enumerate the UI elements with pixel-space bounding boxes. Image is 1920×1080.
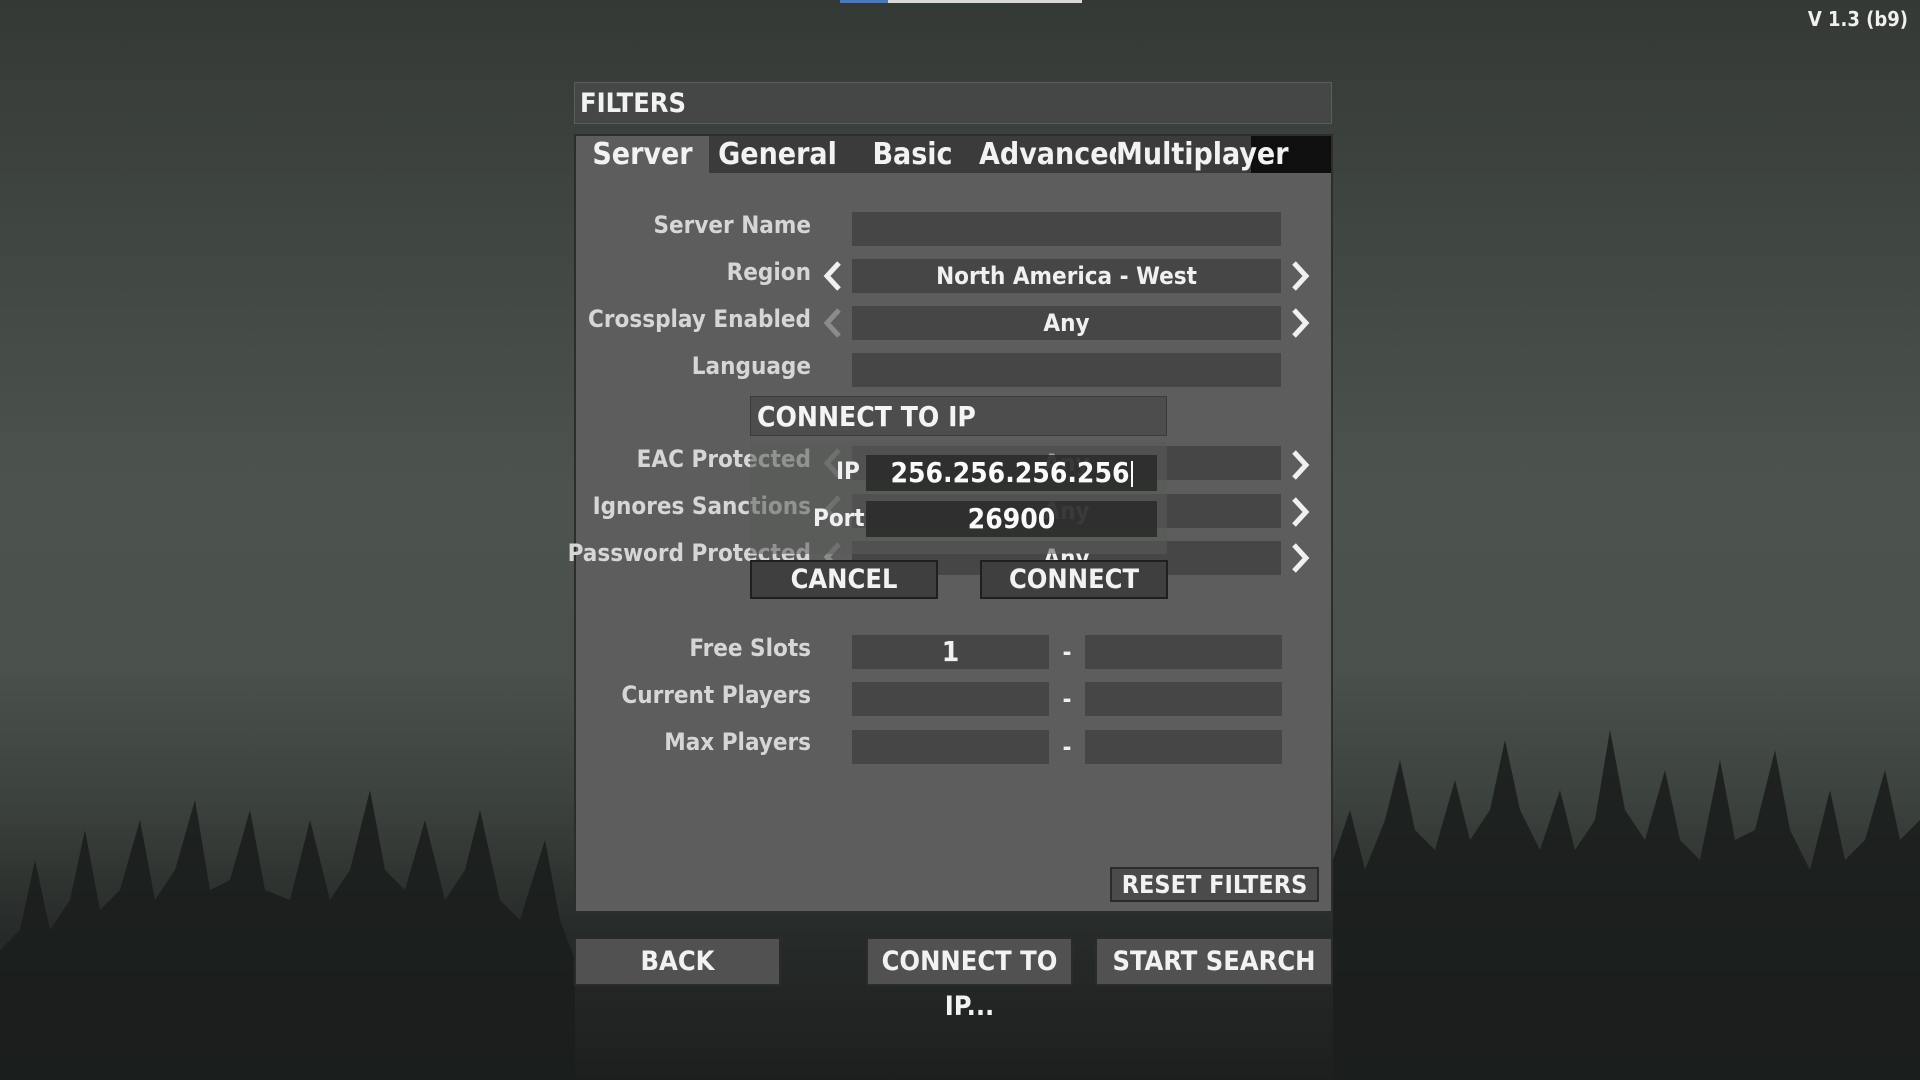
sanctions-next-arrow-icon[interactable]: [1289, 496, 1311, 528]
tab-multiplayer[interactable]: Multiplayer: [1116, 136, 1289, 173]
port-label: Port: [813, 504, 865, 532]
language-label: Language: [691, 352, 811, 380]
connect-to-ip-button[interactable]: CONNECT TO IP...: [866, 937, 1073, 1022]
filters-title: FILTERS: [574, 82, 1332, 124]
connect-dialog-title: CONNECT TO IP: [750, 396, 1167, 436]
current-players-max-input[interactable]: [1085, 682, 1282, 716]
region-label: Region: [726, 258, 811, 286]
region-select[interactable]: North America - West: [852, 259, 1281, 293]
text-cursor: [1130, 461, 1133, 487]
language-input[interactable]: [852, 353, 1281, 387]
crossplay-next-arrow-icon[interactable]: [1289, 307, 1311, 339]
server-name-label: Server Name: [653, 211, 811, 239]
free-slots-max-input[interactable]: [1085, 635, 1282, 669]
tab-advanced[interactable]: Advanced: [979, 136, 1128, 173]
version-label: V 1.3 (b9): [1807, 7, 1908, 31]
ip-label: IP: [836, 457, 860, 485]
server-name-input[interactable]: [852, 212, 1281, 246]
reset-filters-button[interactable]: RESET FILTERS: [1110, 867, 1319, 902]
connect-button[interactable]: CONNECT: [980, 560, 1168, 599]
eac-next-arrow-icon[interactable]: [1289, 449, 1311, 481]
max-players-min-input[interactable]: [852, 730, 1049, 764]
tab-basic[interactable]: Basic: [846, 136, 979, 173]
free-slots-min-input[interactable]: 1: [852, 635, 1049, 669]
region-prev-arrow-icon[interactable]: [822, 260, 844, 292]
region-next-arrow-icon[interactable]: [1289, 260, 1311, 292]
top-progress-accent: [840, 0, 888, 3]
tab-server[interactable]: Server: [576, 136, 709, 173]
free-slots-separator: -: [1062, 638, 1072, 666]
cancel-button[interactable]: CANCEL: [750, 560, 938, 599]
crossplay-prev-arrow-icon[interactable]: [822, 307, 844, 339]
free-slots-label: Free Slots: [689, 634, 811, 662]
start-search-button[interactable]: START SEARCH: [1095, 937, 1333, 986]
password-next-arrow-icon[interactable]: [1289, 542, 1311, 574]
current-players-min-input[interactable]: [852, 682, 1049, 716]
current-players-separator: -: [1062, 685, 1072, 713]
ip-input[interactable]: 256.256.256.256: [866, 455, 1157, 491]
crossplay-label: Crossplay Enabled: [588, 305, 811, 333]
port-input[interactable]: 26900: [866, 501, 1157, 537]
tab-general[interactable]: General: [709, 136, 846, 173]
max-players-separator: -: [1062, 733, 1072, 761]
ip-input-value: 256.256.256.256: [890, 456, 1130, 489]
crossplay-select[interactable]: Any: [852, 306, 1281, 340]
max-players-label: Max Players: [664, 728, 811, 756]
back-button[interactable]: BACK: [574, 937, 781, 986]
current-players-label: Current Players: [621, 681, 811, 709]
filter-tabs: Server General Basic Advanced Multiplaye…: [576, 136, 1331, 173]
max-players-max-input[interactable]: [1085, 730, 1282, 764]
